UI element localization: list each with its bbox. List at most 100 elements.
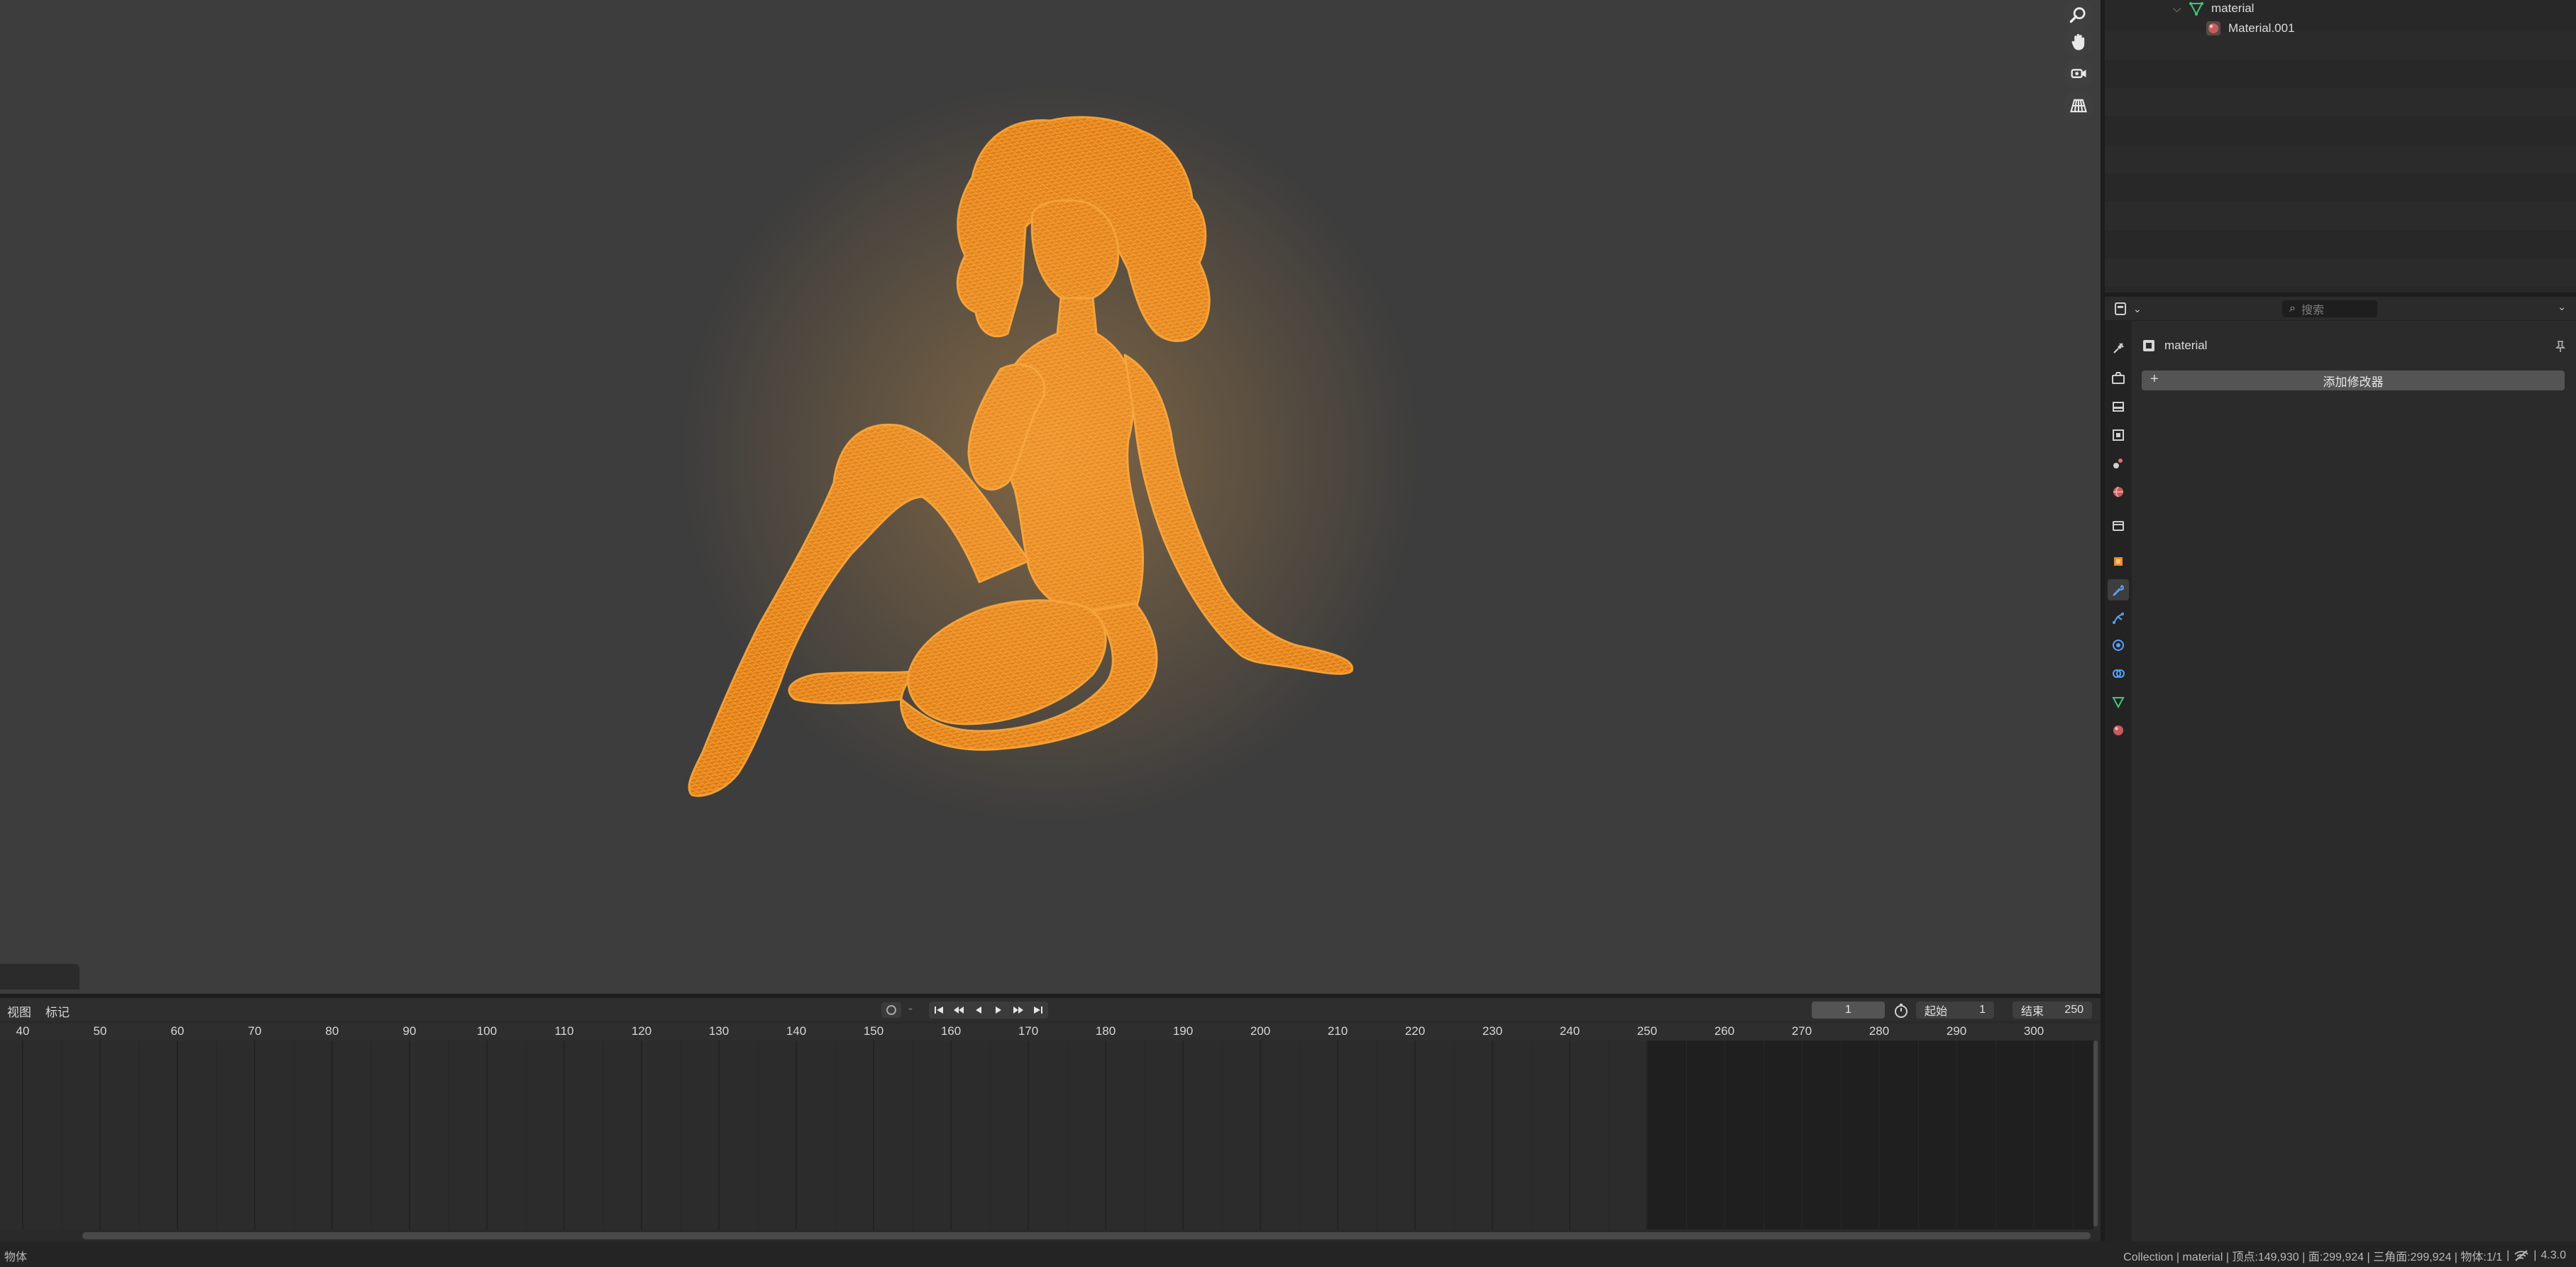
search-placeholder: 搜索 (2301, 305, 2324, 317)
render-icon[interactable] (2108, 368, 2129, 389)
orbit-camera-icon[interactable] (2064, 58, 2093, 88)
output-icon[interactable] (2108, 396, 2129, 417)
properties-tabs (2105, 321, 2132, 1241)
grid-line (448, 1041, 449, 1229)
frame-tick-label: 160 (940, 1024, 962, 1038)
pin-icon[interactable] (2553, 339, 2567, 353)
add-modifier-button[interactable]: + 添加修改器 (2142, 371, 2565, 390)
separator: | (2506, 1249, 2510, 1261)
frame-tick-label: 300 (2023, 1024, 2044, 1038)
grid-line (2033, 1041, 2035, 1229)
end-frame-field[interactable]: 结束 250 (2013, 1002, 2092, 1019)
frame-tick-label: 220 (1404, 1024, 1426, 1038)
frame-tick-label: 210 (1327, 1024, 1348, 1038)
out-of-range-shade (1647, 1041, 2093, 1229)
grid-line (602, 1041, 604, 1229)
search-input[interactable]: ⌕ 搜索 (2282, 300, 2377, 317)
outliner-row-stripe (2105, 145, 2576, 173)
outliner-item-label: Material.001 (2228, 21, 2295, 35)
grid-line (1840, 1041, 1842, 1229)
object-icon[interactable] (2108, 551, 2129, 572)
add-modifier-label: 添加修改器 (2323, 375, 2384, 389)
status-bar: 物体 Collection | material | 顶点:149,930 | … (0, 1241, 2576, 1267)
grid-line (563, 1041, 565, 1229)
grid-line (525, 1041, 527, 1229)
object-name-row[interactable]: material (2142, 336, 2207, 355)
grid-line (99, 1041, 101, 1229)
editor-type-selector[interactable]: ⌄ (2115, 301, 2143, 317)
chevron-down-icon[interactable]: ⌄ (2558, 301, 2566, 313)
properties-editor[interactable]: ⌄ ⌕ 搜索 ⌄ material + 添加修改器 (2105, 297, 2576, 1241)
horizontal-scrollbar[interactable] (82, 1232, 2091, 1239)
grid-line (1763, 1041, 1764, 1229)
jump-to-end-icon[interactable] (1028, 1002, 1048, 1019)
zoom-icon[interactable] (2064, 0, 2093, 30)
material-icon[interactable] (2108, 720, 2129, 741)
3d-viewport[interactable] (0, 0, 2101, 994)
perspective-grid-icon[interactable] (2064, 91, 2093, 121)
frame-tick-label: 230 (1482, 1024, 1503, 1038)
jump-to-keyframe-next-icon[interactable] (1008, 1002, 1028, 1019)
jump-to-start-icon[interactable] (929, 1002, 949, 1019)
end-value: 250 (2064, 1004, 2084, 1016)
frame-ruler[interactable]: 40 50 60 70 80 90 100 110 120 130 140 150 160 170 180 1… (0, 1024, 2101, 1041)
outliner[interactable]: ⌵ material Material.001 (2105, 0, 2576, 292)
status-stats: Collection | material | 顶点:149,930 | 面:2… (2123, 1247, 2566, 1264)
start-frame-field[interactable]: 起始 1 (1916, 1002, 1994, 1019)
grid-line (873, 1041, 874, 1229)
grid-line (138, 1041, 140, 1229)
search-icon: ⌕ (2289, 302, 2296, 314)
view-layer-icon[interactable] (2108, 424, 2129, 446)
grid-line (1028, 1041, 1029, 1229)
timeline-editor[interactable]: 视图 标记 ⌄ 1 起始 1 结束 250 40 50 60 70 80 90 100 110… (0, 998, 2101, 1241)
object-data-icon[interactable] (2108, 691, 2129, 713)
separator: | (2533, 1249, 2537, 1261)
play-icon[interactable] (989, 1002, 1008, 1019)
vertical-scrollbar[interactable] (2093, 1041, 2098, 1227)
frame-tick-label: 200 (1250, 1024, 1271, 1038)
constraints-icon[interactable] (2108, 663, 2129, 684)
outliner-item-material[interactable]: Material.001 (2206, 17, 2295, 40)
frame-tick-label: 110 (554, 1024, 574, 1038)
jump-to-keyframe-prev-icon[interactable] (949, 1002, 969, 1019)
tool-icon[interactable] (2108, 338, 2129, 359)
world-icon[interactable] (2108, 481, 2129, 503)
physics-icon[interactable] (2108, 635, 2129, 656)
material-sphere-icon (2206, 21, 2220, 35)
timeline-track-area[interactable] (0, 1041, 2101, 1229)
auto-keying-button[interactable] (881, 1002, 901, 1018)
modifier-wrench-icon[interactable] (2108, 579, 2129, 600)
network-off-icon[interactable] (2514, 1249, 2529, 1262)
chevron-down-icon[interactable]: ⌄ (907, 1002, 914, 1012)
grid-line (370, 1041, 372, 1229)
play-reverse-icon[interactable] (969, 1002, 989, 1019)
particles-icon[interactable] (2108, 608, 2129, 629)
scene-icon[interactable] (2108, 453, 2129, 474)
menu-view[interactable]: 视图 (7, 1002, 31, 1020)
frame-tick-label: 240 (1559, 1024, 1580, 1038)
modifier-properties: material + 添加修改器 (2132, 321, 2576, 1241)
end-label: 结束 (2021, 1006, 2044, 1018)
frame-tick-label: 130 (708, 1024, 730, 1038)
grid-line (216, 1041, 217, 1229)
collection-icon[interactable] (2108, 515, 2129, 537)
grid-line (1531, 1041, 1532, 1229)
start-label: 起始 (1925, 1006, 1948, 1018)
outliner-row-stripe (2105, 258, 2576, 287)
scene-statistics: Collection | material | 顶点:149,930 | 面:2… (2123, 1251, 2503, 1263)
last-operator-panel[interactable] (0, 964, 79, 989)
grid-line (757, 1041, 759, 1229)
menu-marker[interactable]: 标记 (45, 1002, 70, 1020)
chevron-down-icon[interactable]: ⌵ (2173, 3, 2189, 15)
frame-tick-label: 70 (248, 1024, 262, 1038)
grid-line (1492, 1041, 1493, 1229)
frame-tick-label: 250 (1636, 1024, 1658, 1038)
grid-line (1337, 1041, 1338, 1229)
frame-tick-label: 180 (1095, 1024, 1116, 1038)
hand-pan-icon[interactable] (2064, 27, 2093, 57)
stopwatch-icon[interactable] (1893, 1003, 1909, 1019)
wireframe-model[interactable] (0, 0, 2101, 994)
playback-controls (929, 1002, 1048, 1019)
current-frame-field[interactable]: 1 (1812, 1002, 1885, 1019)
grid-line (1299, 1041, 1300, 1229)
